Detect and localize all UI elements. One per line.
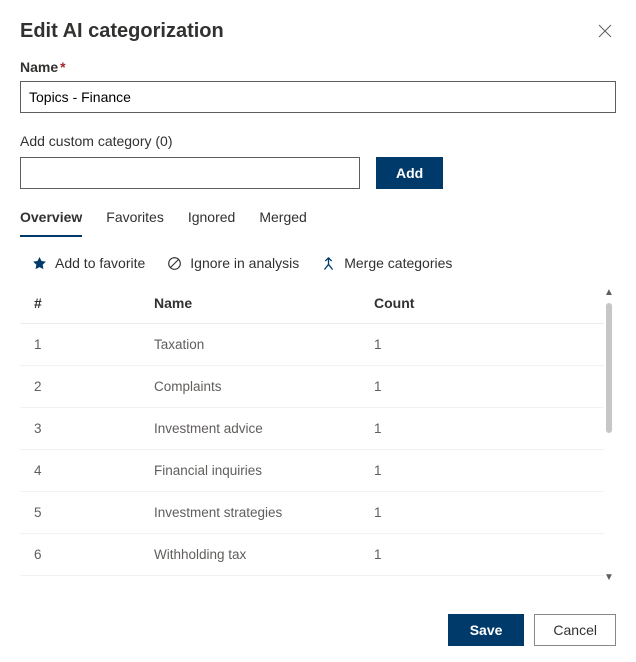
cell-index: 4 (20, 450, 140, 492)
cell-count: 1 (360, 492, 604, 534)
cell-index: 6 (20, 534, 140, 576)
scroll-thumb[interactable] (606, 303, 612, 433)
cancel-button[interactable]: Cancel (534, 614, 616, 646)
table-row[interactable]: 4Financial inquiries1 (20, 450, 604, 492)
cell-count: 1 (360, 366, 604, 408)
merge-categories-action[interactable]: Merge categories (321, 255, 452, 271)
table-row[interactable]: 5Investment strategies1 (20, 492, 604, 534)
custom-category-input[interactable] (20, 157, 360, 189)
table-row[interactable]: 2Complaints1 (20, 366, 604, 408)
tab-merged[interactable]: Merged (259, 201, 306, 237)
save-button[interactable]: Save (448, 614, 525, 646)
close-button[interactable] (594, 20, 616, 42)
cell-name: Investment advice (140, 408, 360, 450)
cell-name: Withholding tax (140, 534, 360, 576)
scrollbar[interactable]: ▲ ▼ (602, 285, 616, 585)
cell-count: 1 (360, 324, 604, 366)
close-icon (598, 24, 612, 38)
row-actions: Add to favorite Ignore in analysis Merge… (20, 237, 616, 285)
table-row[interactable]: 6Withholding tax1 (20, 534, 604, 576)
scroll-up-arrow[interactable]: ▲ (604, 285, 614, 300)
action-label: Ignore in analysis (190, 255, 299, 271)
tabs: Overview Favorites Ignored Merged (20, 201, 616, 237)
col-header-index[interactable]: # (20, 285, 140, 324)
cell-index: 5 (20, 492, 140, 534)
cell-name: Complaints (140, 366, 360, 408)
cell-index: 1 (20, 324, 140, 366)
merge-icon (321, 256, 336, 271)
ignore-in-analysis-action[interactable]: Ignore in analysis (167, 255, 299, 271)
name-label: Name* (20, 59, 616, 75)
add-to-favorite-action[interactable]: Add to favorite (32, 255, 145, 271)
cell-name: Taxation (140, 324, 360, 366)
table-row[interactable]: 1Taxation1 (20, 324, 604, 366)
add-button[interactable]: Add (376, 157, 443, 189)
ban-icon (167, 256, 182, 271)
tab-ignored[interactable]: Ignored (188, 201, 235, 237)
cell-count: 1 (360, 534, 604, 576)
cell-index: 3 (20, 408, 140, 450)
tab-favorites[interactable]: Favorites (106, 201, 164, 237)
cell-name: Financial inquiries (140, 450, 360, 492)
cell-name: Investment strategies (140, 492, 360, 534)
scroll-down-arrow[interactable]: ▼ (604, 570, 614, 585)
dialog-title: Edit AI categorization (20, 20, 224, 43)
categories-table: # Name Count 1Taxation12Complaints13Inve… (20, 285, 604, 576)
cell-index: 2 (20, 366, 140, 408)
col-header-name[interactable]: Name (140, 285, 360, 324)
cell-count: 1 (360, 450, 604, 492)
action-label: Merge categories (344, 255, 452, 271)
tab-overview[interactable]: Overview (20, 201, 82, 237)
add-custom-category-label: Add custom category (0) (20, 133, 616, 149)
action-label: Add to favorite (55, 255, 145, 271)
table-row[interactable]: 3Investment advice1 (20, 408, 604, 450)
col-header-count[interactable]: Count (360, 285, 604, 324)
required-marker: * (60, 59, 65, 75)
name-input[interactable] (20, 81, 616, 113)
cell-count: 1 (360, 408, 604, 450)
star-icon (32, 256, 47, 271)
